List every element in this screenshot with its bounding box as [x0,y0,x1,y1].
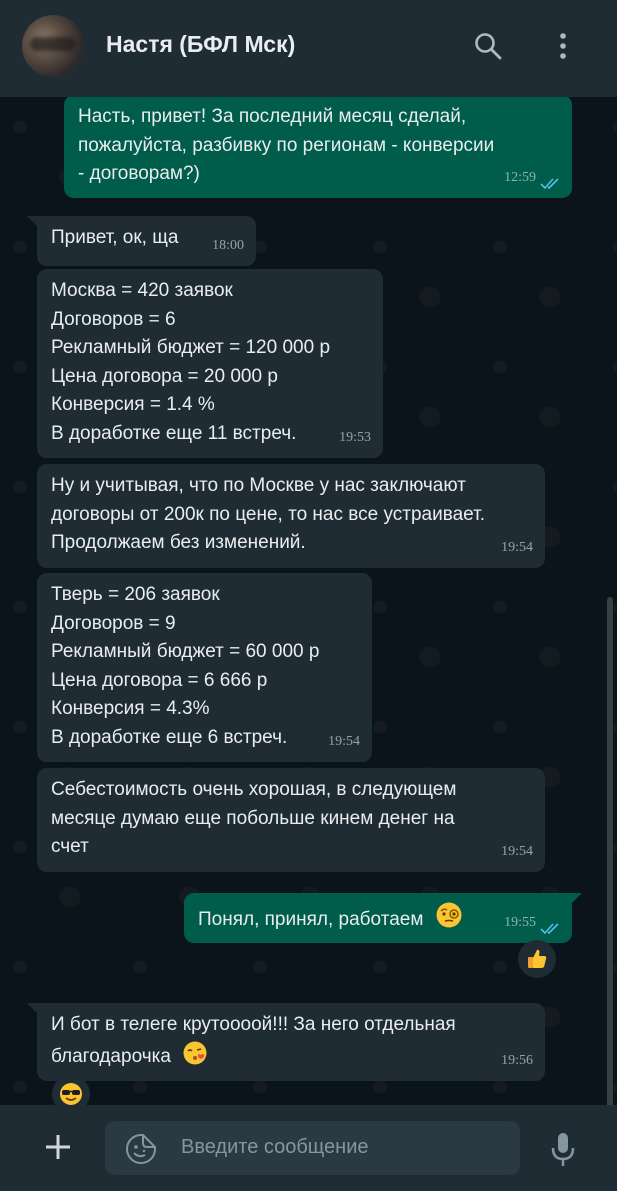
message-incoming[interactable]: Привет, ок, ща 18:00 [27,216,256,266]
face-blowing-kiss-emoji [182,1040,208,1076]
thumbs-up-emoji [528,949,547,968]
message-text: Себестоимость очень хорошая, в следующем… [51,779,457,857]
message-time: 19:54 [328,733,360,749]
smiling-face-with-sunglasses-emoji [60,1083,82,1105]
read-receipt-icon [540,178,559,190]
message-text: И бот в телеге крутоооой!!! За него отде… [51,1014,456,1067]
plus-icon[interactable] [40,1129,76,1165]
message-input[interactable]: Введите сообщение [105,1121,520,1175]
read-receipt-icon [540,923,559,935]
search-icon[interactable] [470,28,506,64]
message-time: 19:54 [501,843,533,859]
message-incoming[interactable]: Москва = 420 заявок Договоров = 6 Реклам… [37,269,383,458]
message-text: Москва = 420 заявок Договоров = 6 Реклам… [51,280,331,444]
mic-icon[interactable] [548,1131,578,1169]
message-incoming[interactable]: Тверь = 206 заявок Договоров = 9 Рекламн… [37,573,372,762]
chat-header: Настя (БФЛ Мск) [0,0,617,97]
reaction-thumbs-up[interactable] [518,940,556,978]
message-text: Понял, принял, работаем [198,909,424,930]
message-time: 19:54 [501,539,533,555]
message-incoming[interactable]: Себестоимость очень хорошая, в следующем… [37,768,545,872]
sticker-icon[interactable] [125,1133,157,1165]
message-time: 18:00 [212,237,244,253]
message-incoming[interactable]: И бот в телеге крутоооой!!! За него отде… [27,1003,545,1081]
message-incoming[interactable]: Ну и учитывая, что по Москве у нас заклю… [37,464,545,568]
message-time: 12:59 [504,169,536,185]
message-text: Насть, привет! За последний месяц сделай… [78,106,495,184]
message-time: 19:56 [501,1052,533,1068]
message-list[interactable]: Насть, привет! За последний месяц сделай… [0,97,617,1105]
reaction-sunglasses[interactable] [52,1075,90,1105]
contact-avatar[interactable] [22,15,84,77]
more-vert-icon[interactable] [545,28,581,64]
composer-bar: Введите сообщение [0,1105,617,1191]
scrollbar[interactable] [607,597,613,1105]
message-text: Тверь = 206 заявок Договоров = 9 Рекламн… [51,584,320,748]
message-text: Ну и учитывая, что по Москве у нас заклю… [51,475,485,553]
message-time: 19:53 [339,429,371,445]
message-input-placeholder: Введите сообщение [181,1136,369,1158]
message-time: 19:55 [504,914,536,930]
message-outgoing[interactable]: Насть, привет! За последний месяц сделай… [64,97,572,198]
message-outgoing[interactable]: Понял, принял, работаем 19:55 [184,893,582,943]
contact-name[interactable]: Настя (БФЛ Мск) [106,31,295,58]
face-with-monocle-emoji [435,901,463,939]
